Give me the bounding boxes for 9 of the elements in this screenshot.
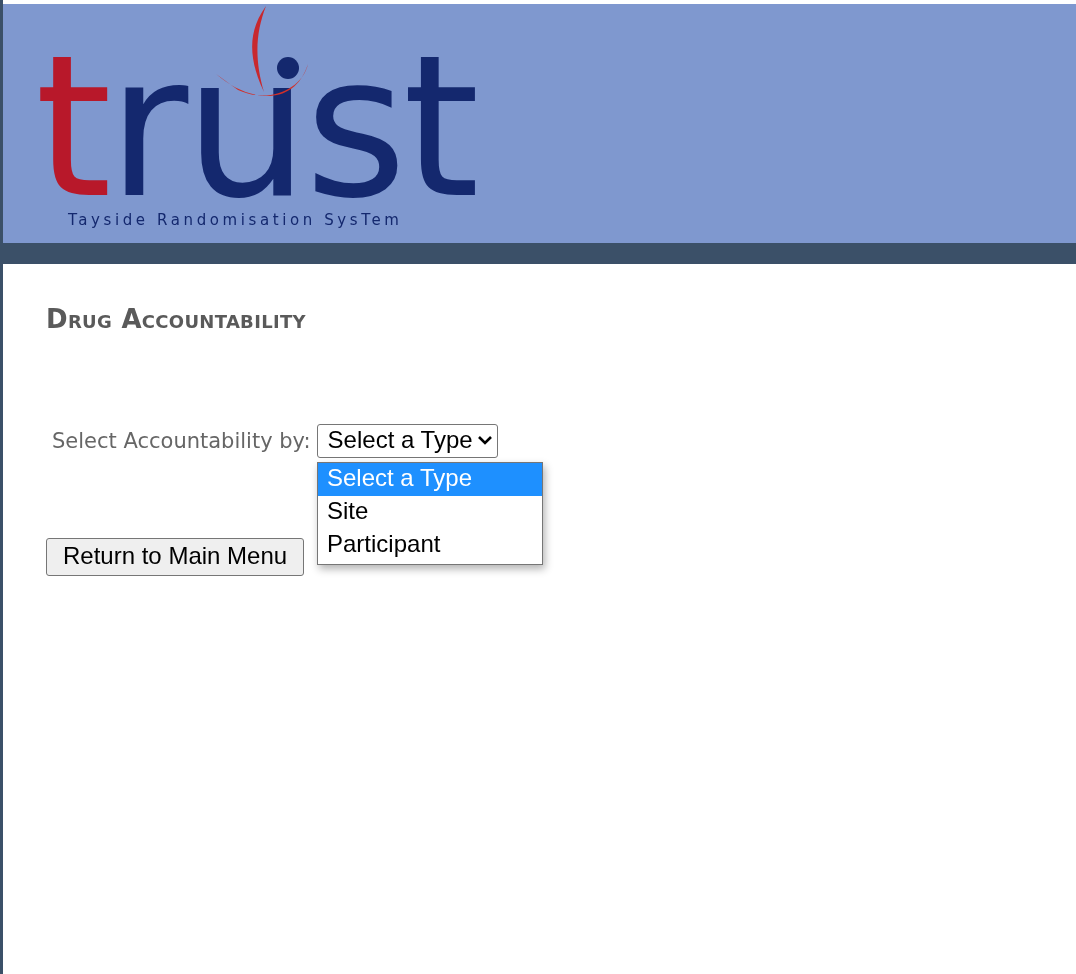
logo-wordmark: trust xyxy=(35,54,476,201)
type-select[interactable]: Select a Type xyxy=(316,424,498,458)
return-button[interactable]: Return to Main Menu xyxy=(46,538,305,576)
page-heading: Drug Accountability xyxy=(46,304,306,334)
chevron-down-icon xyxy=(476,434,493,446)
dropdown-option[interactable]: Participant xyxy=(318,529,542,562)
field-label: Select Accountability by: xyxy=(52,429,311,453)
logo-subtitle: Tayside Randomisation SysTem xyxy=(68,211,403,229)
dropdown-option[interactable]: Site xyxy=(318,496,542,529)
